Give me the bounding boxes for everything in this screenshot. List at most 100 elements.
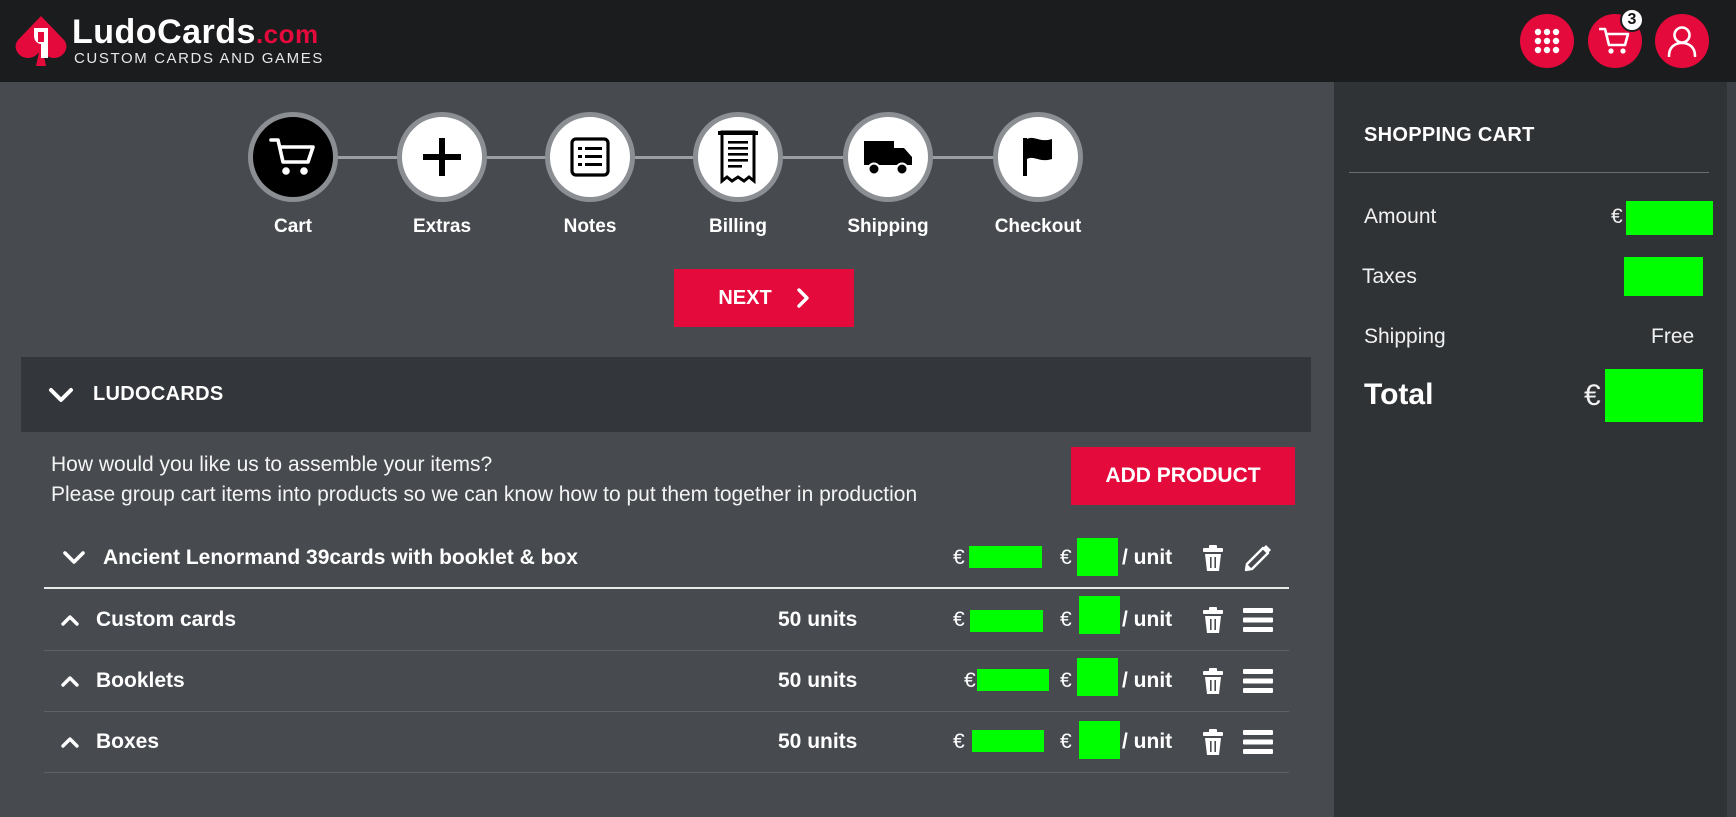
drag-handle-icon — [1243, 730, 1273, 754]
apps-grid-icon — [1534, 28, 1560, 54]
cart-count-badge: 3 — [1620, 8, 1644, 32]
item-unit-price-redacted — [1079, 721, 1120, 759]
logo-domain-text: .com — [255, 19, 319, 49]
item-unit-currency: € — [1060, 608, 1072, 631]
assemble-instructions: How would you like us to assemble your i… — [51, 450, 917, 510]
total-label: Total — [1364, 378, 1434, 411]
chevron-down-icon — [63, 551, 85, 564]
chevron-down-icon — [47, 381, 75, 409]
item-drag-handle[interactable] — [1240, 602, 1276, 638]
user-icon — [1667, 26, 1697, 57]
item-delete-button[interactable] — [1195, 602, 1231, 638]
add-product-button[interactable]: ADD PRODUCT — [1071, 447, 1295, 505]
step-notes-label: Notes — [563, 216, 617, 237]
product-name: Ancient Lenormand 39cards with booklet &… — [103, 546, 578, 569]
item-expand-toggle[interactable] — [56, 667, 84, 695]
cart-item-row: Custom cards 50 units € € / unit — [44, 590, 1289, 651]
chevron-up-icon — [61, 737, 79, 748]
step-notes-circle — [545, 112, 635, 202]
cart-item-row: Boxes 50 units € € / unit — [44, 712, 1289, 773]
panel-scrollbar[interactable] — [1727, 82, 1736, 817]
item-drag-handle[interactable] — [1240, 724, 1276, 760]
taxes-label: Taxes — [1362, 265, 1417, 288]
spade-logo-icon — [15, 16, 67, 66]
product-unit-price-redacted — [1077, 538, 1118, 576]
item-unit-currency: € — [1060, 730, 1072, 753]
trash-icon — [1203, 545, 1223, 571]
item-total-redacted — [977, 669, 1049, 691]
product-delete-button[interactable] — [1195, 540, 1231, 576]
top-navigation-bar: LudoCards.com CUSTOM CARDS AND GAMES 3 — [0, 0, 1736, 82]
item-delete-button[interactable] — [1195, 663, 1231, 699]
header-cart-button[interactable]: 3 — [1588, 8, 1644, 68]
product-per-unit-label: / unit — [1122, 546, 1173, 569]
receipt-icon — [718, 130, 758, 185]
step-cart-circle — [248, 112, 338, 202]
step-checkout-label: Checkout — [994, 216, 1082, 237]
plus-icon — [423, 138, 461, 176]
logo-tagline: CUSTOM CARDS AND GAMES — [74, 50, 324, 67]
item-delete-button[interactable] — [1195, 724, 1231, 760]
item-expand-toggle[interactable] — [56, 728, 84, 756]
product-total-redacted — [969, 546, 1042, 568]
shopping-cart-title: SHOPPING CART — [1364, 124, 1535, 146]
item-units: 50 units — [778, 669, 858, 692]
trash-icon — [1203, 668, 1223, 694]
pencil-icon — [1244, 545, 1271, 572]
ludocards-section-header[interactable]: LUDOCARDS — [21, 357, 1311, 432]
shopping-cart-panel: SHOPPING CART Amount € Taxes Shipping Fr… — [1334, 82, 1736, 817]
list-icon — [570, 137, 610, 177]
panel-divider — [1349, 172, 1709, 173]
item-total-redacted — [972, 730, 1044, 752]
item-unit-price-redacted — [1079, 596, 1120, 634]
chevron-right-icon — [796, 288, 809, 308]
cart-icon — [269, 138, 315, 175]
step-extras-label: Extras — [412, 216, 472, 237]
step-cart[interactable]: Cart — [248, 112, 338, 238]
shipping-value: Free — [1651, 325, 1695, 348]
chevron-up-icon — [61, 676, 79, 687]
item-total-currency: € — [953, 730, 965, 753]
step-shipping-label: Shipping — [847, 216, 929, 237]
step-checkout[interactable]: Checkout — [993, 112, 1083, 238]
trash-icon — [1203, 607, 1223, 633]
step-billing[interactable]: Billing — [693, 112, 783, 238]
next-button[interactable]: NEXT — [674, 269, 854, 327]
product-total-currency: € — [953, 546, 965, 569]
ludocards-logo[interactable]: LudoCards.com CUSTOM CARDS AND GAMES — [14, 12, 334, 70]
step-notes[interactable]: Notes — [545, 112, 635, 238]
step-cart-label: Cart — [273, 216, 312, 237]
checkout-stepper: Cart Extras Notes Billing Shipping Check… — [248, 112, 1088, 237]
amount-currency: € — [1611, 205, 1623, 228]
truck-icon — [864, 141, 912, 176]
assemble-hint: Please group cart items into products so… — [51, 483, 918, 506]
trash-icon — [1203, 729, 1223, 755]
total-currency: € — [1584, 379, 1601, 412]
product-edit-button[interactable] — [1240, 540, 1276, 576]
apps-menu-button[interactable] — [1520, 14, 1574, 68]
drag-handle-icon — [1243, 669, 1273, 693]
taxes-value-redacted — [1624, 257, 1703, 296]
item-total-currency: € — [953, 608, 965, 631]
chevron-up-icon — [61, 615, 79, 626]
cart-item-row: Booklets 50 units € € / unit — [44, 651, 1289, 712]
item-drag-handle[interactable] — [1240, 663, 1276, 699]
step-checkout-circle — [993, 112, 1083, 202]
product-unit-currency: € — [1060, 546, 1072, 569]
product-collapse-toggle[interactable] — [60, 544, 88, 572]
section-title: LUDOCARDS — [93, 383, 224, 405]
item-unit-price-redacted — [1077, 658, 1118, 696]
user-account-button[interactable] — [1655, 14, 1709, 68]
item-expand-toggle[interactable] — [56, 606, 84, 634]
step-shipping[interactable]: Shipping — [843, 112, 933, 238]
item-units: 50 units — [778, 730, 858, 753]
step-extras[interactable]: Extras — [397, 112, 487, 238]
amount-value-redacted — [1626, 201, 1713, 235]
item-total-currency: € — [964, 669, 976, 692]
logo-wordmark: LudoCards.com — [72, 14, 319, 52]
step-shipping-circle — [843, 112, 933, 202]
step-billing-circle — [693, 112, 783, 202]
logo-name-text: LudoCards — [72, 13, 256, 51]
item-unit-currency: € — [1060, 669, 1072, 692]
item-name: Boxes — [96, 730, 160, 753]
